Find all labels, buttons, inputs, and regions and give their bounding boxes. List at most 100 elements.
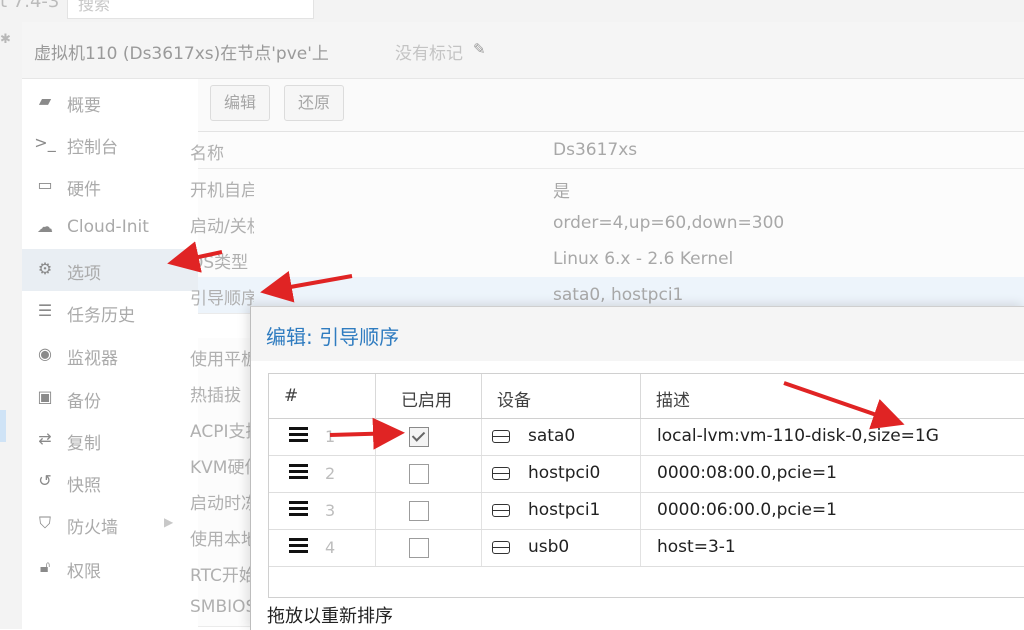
version-label: t 7.4-3 [0,0,60,12]
option-key: 热插拔 [190,386,241,406]
list-icon: ☰ [37,301,53,320]
option-key: SMBIOS [190,597,254,617]
sidebar-item-task-history[interactable]: ☰ 任务历史 [22,291,198,333]
option-key: KVM硬件 [190,458,254,478]
device-description: host=3-1 [657,537,736,557]
sidebar-item-permissions[interactable]: 🔓︎ 权限 [22,547,198,589]
edit-button[interactable]: 编辑 [210,85,270,121]
column-header-description[interactable]: 描述 [640,374,1024,418]
option-value: Ds3617xs [553,140,638,160]
device-name: hostpci0 [528,463,601,483]
drag-hint: 拖放以重新排序 [267,606,393,627]
hdd-icon [492,504,510,517]
search-placeholder: 搜索 [78,0,111,14]
row-number: 3 [325,501,336,520]
sidebar-item-console[interactable]: >_ 控制台 [22,123,198,165]
option-key: 使用平板 [190,350,254,370]
sidebar-item-backup[interactable]: ▣ 备份 [22,377,198,419]
page-title: 虚拟机110 (Ds3617xs)在节点'pve'上 [34,44,329,64]
eye-icon: ◉ [38,344,52,363]
search-input[interactable]: 搜索 [67,0,314,19]
option-key: 开机自启动 [190,181,254,201]
resource-tree-selection[interactable] [0,410,6,442]
option-row-startup-order[interactable]: 启动/关机顺序 order=4,up=60,down=300 [190,205,1024,242]
option-key: 引导顺序 [190,289,254,309]
table-row[interactable]: 2 hostpci0 0000:08:00.0,pcie=1 [269,456,1024,493]
sidebar-item-firewall[interactable]: ⛉ 防火墙 ▶ [22,503,198,545]
dialog-title: 编辑: 引导顺序 [266,325,400,349]
sidebar-item-options[interactable]: ⚙ 选项 [22,249,198,291]
hdd-icon [492,430,510,443]
gear-icon[interactable]: ✱ [0,32,11,47]
sidebar-item-label: 控制台 [67,138,118,158]
table-row[interactable]: 3 hostpci1 0000:06:00.0,pcie=1 [269,493,1024,530]
options-toolbar: 编辑 还原 [198,79,1024,132]
sidebar-item-summary[interactable]: ▰ 概要 [22,81,198,123]
sidebar-item-label: 权限 [67,562,101,582]
desktop-icon: ▭ [37,175,53,194]
device-name: usb0 [528,537,570,557]
option-key: 使用本地时间 [190,530,254,550]
enabled-checkbox[interactable] [409,464,429,484]
option-key: 名称 [190,144,224,164]
sidebar-item-label: 概要 [67,96,101,116]
history-icon: ↺ [38,471,52,490]
device-name: sata0 [528,426,576,446]
sidebar-item-monitor[interactable]: ◉ 监视器 [22,334,198,376]
device-description: local-lvm:vm-110-disk-0,size=1G [657,426,939,446]
gear-icon: ⚙ [37,259,53,278]
option-value: order=4,up=60,down=300 [553,213,785,233]
hdd-icon [492,467,510,480]
sidebar-item-replication[interactable]: ⇄ 复制 [22,419,198,461]
table-row[interactable]: 1 sata0 local-lvm:vm-110-disk-0,size=1G [269,419,1024,456]
pencil-icon[interactable]: ✎ [473,40,486,58]
enabled-checkbox[interactable] [409,427,429,447]
boot-order-grid: # 已启用 设备 描述 1 sata0 local-lvm:vm-110-dis… [268,373,1024,598]
column-header-device[interactable]: 设备 [481,374,641,418]
shield-icon: ⛉ [38,513,51,532]
sidebar-item-hardware[interactable]: ▭ 硬件 [22,165,198,207]
retweet-icon: ⇄ [38,429,52,448]
row-number: 4 [325,538,336,557]
revert-button[interactable]: 还原 [284,85,344,121]
drag-handle-icon[interactable] [289,538,308,556]
chevron-right-icon[interactable]: ▶ [164,515,173,529]
hdd-icon [492,541,510,554]
sidebar-item-label: 防火墙 [67,518,118,538]
table-row[interactable]: 4 usb0 host=3-1 [269,530,1024,567]
vm-title-bar: 虚拟机110 (Ds3617xs)在节点'pve'上 没有标记 ✎ [22,22,1024,79]
cloud-icon: ☁ [37,217,53,236]
sidebar-item-label: 选项 [67,264,101,284]
option-key: 启动时冻结 [190,494,254,514]
sidebar-item-label: 硬件 [67,180,101,200]
book-icon: ▰ [38,91,52,110]
option-row-name[interactable]: 名称 Ds3617xs [190,132,1024,169]
enabled-checkbox[interactable] [409,501,429,521]
sidebar-item-snapshots[interactable]: ↺ 快照 [22,461,198,503]
terminal-icon: >_ [34,133,56,152]
column-header-number[interactable]: # [269,374,376,418]
column-header-enabled[interactable]: 已启用 [375,374,482,418]
drag-handle-icon[interactable] [289,501,308,519]
option-row-os-type[interactable]: OS类型 Linux 6.x - 2.6 Kernel [190,241,1024,278]
option-value: Linux 6.x - 2.6 Kernel [553,249,734,269]
row-number: 1 [325,427,336,446]
vm-sidebar: ▰ 概要 >_ 控制台 ▭ 硬件 ☁ Cloud-Init ⚙ 选项 ☰ 任务历… [22,79,198,629]
sidebar-item-cloud-init[interactable]: ☁ Cloud-Init [22,207,198,249]
sidebar-item-label: 快照 [67,476,101,496]
sidebar-item-label: 复制 [67,434,101,454]
resource-tree-strip: ✱ [0,22,22,629]
device-description: 0000:08:00.0,pcie=1 [657,463,837,483]
row-number: 2 [325,464,336,483]
dialog-header[interactable]: 编辑: 引导顺序 [251,307,1024,361]
option-key: 启动/关机顺序 [190,217,254,237]
drag-handle-icon[interactable] [289,464,308,482]
grid-header: # 已启用 设备 描述 [269,374,1024,419]
sidebar-item-label: 备份 [67,392,101,412]
enabled-checkbox[interactable] [409,538,429,558]
option-value: 是 [553,182,570,202]
option-row-autostart[interactable]: 开机自启动 是 [190,169,1024,206]
drag-handle-icon[interactable] [289,427,308,445]
top-bar: t 7.4-3 搜索 [0,0,1024,22]
option-key: OS类型 [190,253,249,273]
